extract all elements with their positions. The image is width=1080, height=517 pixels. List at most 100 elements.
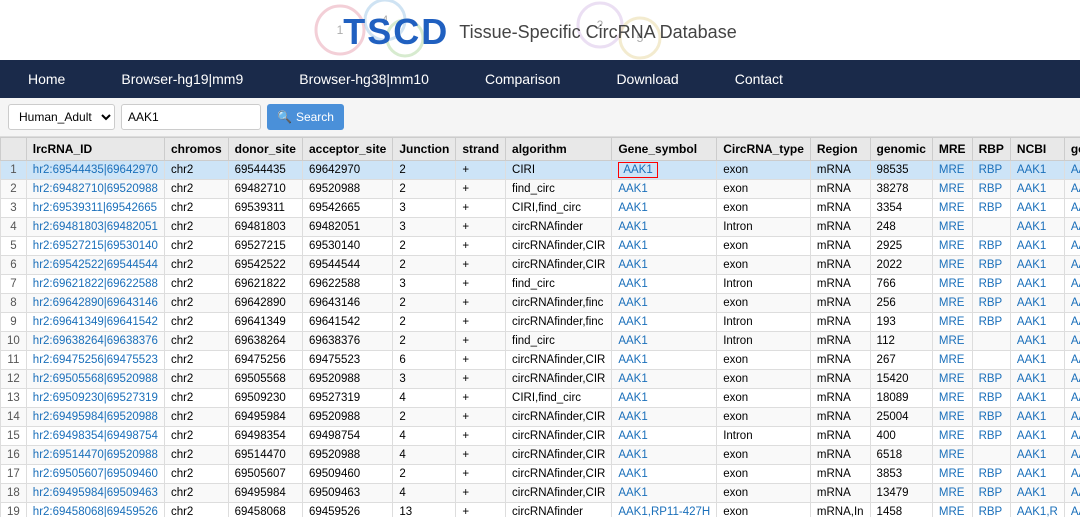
gene-symbol[interactable]: AAK1	[612, 351, 717, 370]
ncbi-cell[interactable]: AAK1	[1010, 199, 1064, 218]
mre-link[interactable]: MRE	[939, 411, 965, 423]
ncbi-link[interactable]: AAK1	[1017, 487, 1046, 499]
genecards-cell[interactable]: AAK1	[1064, 427, 1080, 446]
rbp-link[interactable]: RBP	[979, 259, 1003, 271]
lrcrna-id[interactable]: hr2:69542522|69544544	[26, 256, 164, 275]
genecards-link[interactable]: AAK1	[1071, 373, 1080, 385]
ncbi-link[interactable]: AAK1	[1017, 259, 1046, 271]
rbp-link[interactable]: RBP	[979, 202, 1003, 214]
search-button[interactable]: 🔍 Search	[267, 104, 344, 130]
rbp-link[interactable]: RBP	[979, 240, 1003, 252]
genecards-cell[interactable]: AAK1	[1064, 389, 1080, 408]
mre-cell[interactable]: MRE	[932, 294, 972, 313]
rbp-cell[interactable]: RBP	[972, 313, 1010, 332]
rbp-cell[interactable]: RBP	[972, 389, 1010, 408]
ncbi-link[interactable]: AAK1	[1017, 335, 1046, 347]
lrcrna-id[interactable]: hr2:69539311|69542665	[26, 199, 164, 218]
gene-symbol[interactable]: AAK1	[612, 218, 717, 237]
gene-symbol-link[interactable]: AAK1	[618, 240, 647, 252]
gene-symbol[interactable]: AAK1	[612, 294, 717, 313]
lrcrna-id[interactable]: hr2:69621822|69622588	[26, 275, 164, 294]
nav-home[interactable]: Home	[0, 60, 93, 98]
ncbi-cell[interactable]: AAK1,R	[1010, 503, 1064, 517]
genecards-link[interactable]: AAK1	[1071, 487, 1080, 499]
gene-symbol[interactable]: AAK1	[612, 237, 717, 256]
nav-browser-hg38[interactable]: Browser-hg38|mm10	[271, 60, 457, 98]
genecards-link[interactable]: AAK1	[1071, 430, 1080, 442]
mre-link[interactable]: MRE	[939, 221, 965, 233]
genecards-link[interactable]: AAK1	[1071, 392, 1080, 404]
rbp-cell[interactable]	[972, 351, 1010, 370]
genecards-cell[interactable]: AAK1	[1064, 237, 1080, 256]
ncbi-cell[interactable]: AAK1	[1010, 484, 1064, 503]
ncbi-cell[interactable]: AAK1	[1010, 446, 1064, 465]
gene-symbol-boxed[interactable]: AAK1	[618, 162, 657, 178]
lrcrna-id[interactable]: hr2:69638264|69638376	[26, 332, 164, 351]
mre-link[interactable]: MRE	[939, 449, 965, 461]
ncbi-link[interactable]: AAK1	[1017, 354, 1046, 366]
genecards-cell[interactable]: AAK1	[1064, 446, 1080, 465]
rbp-cell[interactable]	[972, 446, 1010, 465]
ncbi-link[interactable]: AAK1	[1017, 297, 1046, 309]
ncbi-cell[interactable]: AAK1	[1010, 389, 1064, 408]
ncbi-cell[interactable]: AAK1	[1010, 313, 1064, 332]
genecards-link[interactable]: AAK1	[1071, 202, 1080, 214]
gene-symbol[interactable]: AAK1	[612, 161, 717, 180]
ncbi-link[interactable]: AAK1	[1017, 468, 1046, 480]
mre-cell[interactable]: MRE	[932, 465, 972, 484]
gene-symbol-link[interactable]: AAK1	[618, 449, 647, 461]
genecards-link[interactable]: AAK1	[1071, 240, 1080, 252]
mre-cell[interactable]: MRE	[932, 275, 972, 294]
mre-link[interactable]: MRE	[939, 278, 965, 290]
rbp-link[interactable]: RBP	[979, 164, 1003, 176]
lrcrna-id[interactable]: hr2:69481803|69482051	[26, 218, 164, 237]
mre-cell[interactable]: MRE	[932, 503, 972, 517]
gene-symbol-link[interactable]: AAK1	[618, 430, 647, 442]
gene-symbol[interactable]: AAK1	[612, 370, 717, 389]
genecards-link[interactable]: AAK1	[1071, 316, 1080, 328]
mre-cell[interactable]: MRE	[932, 351, 972, 370]
rbp-cell[interactable]: RBP	[972, 294, 1010, 313]
rbp-cell[interactable]: RBP	[972, 427, 1010, 446]
genecards-cell[interactable]: AAK1	[1064, 180, 1080, 199]
ncbi-link[interactable]: AAK1	[1017, 164, 1046, 176]
nav-contact[interactable]: Contact	[707, 60, 811, 98]
lrcrna-id[interactable]: hr2:69527215|69530140	[26, 237, 164, 256]
genecards-cell[interactable]: AAK1	[1064, 484, 1080, 503]
ncbi-cell[interactable]: AAK1	[1010, 408, 1064, 427]
ncbi-cell[interactable]: AAK1	[1010, 465, 1064, 484]
ncbi-link[interactable]: AAK1	[1017, 449, 1046, 461]
rbp-link[interactable]: RBP	[979, 183, 1003, 195]
gene-symbol[interactable]: AAK1	[612, 446, 717, 465]
lrcrna-id[interactable]: hr2:69642890|69643146	[26, 294, 164, 313]
rbp-link[interactable]: RBP	[979, 430, 1003, 442]
genecards-cell[interactable]: AAK1	[1064, 256, 1080, 275]
ncbi-link[interactable]: AAK1	[1017, 240, 1046, 252]
gene-symbol[interactable]: AAK1	[612, 427, 717, 446]
ncbi-link[interactable]: AAK1	[1017, 430, 1046, 442]
gene-symbol[interactable]: AAK1	[612, 332, 717, 351]
mre-link[interactable]: MRE	[939, 202, 965, 214]
rbp-link[interactable]: RBP	[979, 506, 1003, 517]
gene-symbol-link[interactable]: AAK1	[618, 335, 647, 347]
ncbi-link[interactable]: AAK1	[1017, 392, 1046, 404]
ncbi-link[interactable]: AAK1	[1017, 221, 1046, 233]
lrcrna-id[interactable]: hr2:69641349|69641542	[26, 313, 164, 332]
lrcrna-id[interactable]: hr2:69458068|69459526	[26, 503, 164, 517]
genecards-link[interactable]: AAK1	[1071, 449, 1080, 461]
mre-cell[interactable]: MRE	[932, 256, 972, 275]
mre-cell[interactable]: MRE	[932, 370, 972, 389]
genecards-cell[interactable]: AAK1	[1064, 370, 1080, 389]
mre-link[interactable]: MRE	[939, 259, 965, 271]
search-input[interactable]	[121, 104, 261, 130]
species-dropdown[interactable]: Human_Adult Human_Fetal Mouse_Adult Mous…	[8, 104, 115, 130]
genecards-cell[interactable]: AAK1	[1064, 161, 1080, 180]
mre-cell[interactable]: MRE	[932, 484, 972, 503]
rbp-link[interactable]: RBP	[979, 392, 1003, 404]
mre-link[interactable]: MRE	[939, 297, 965, 309]
mre-link[interactable]: MRE	[939, 164, 965, 176]
gene-symbol-link[interactable]: AAK1	[618, 278, 647, 290]
rbp-cell[interactable]	[972, 218, 1010, 237]
genecards-link[interactable]: AAK1	[1071, 354, 1080, 366]
gene-symbol[interactable]: AAK1	[612, 484, 717, 503]
